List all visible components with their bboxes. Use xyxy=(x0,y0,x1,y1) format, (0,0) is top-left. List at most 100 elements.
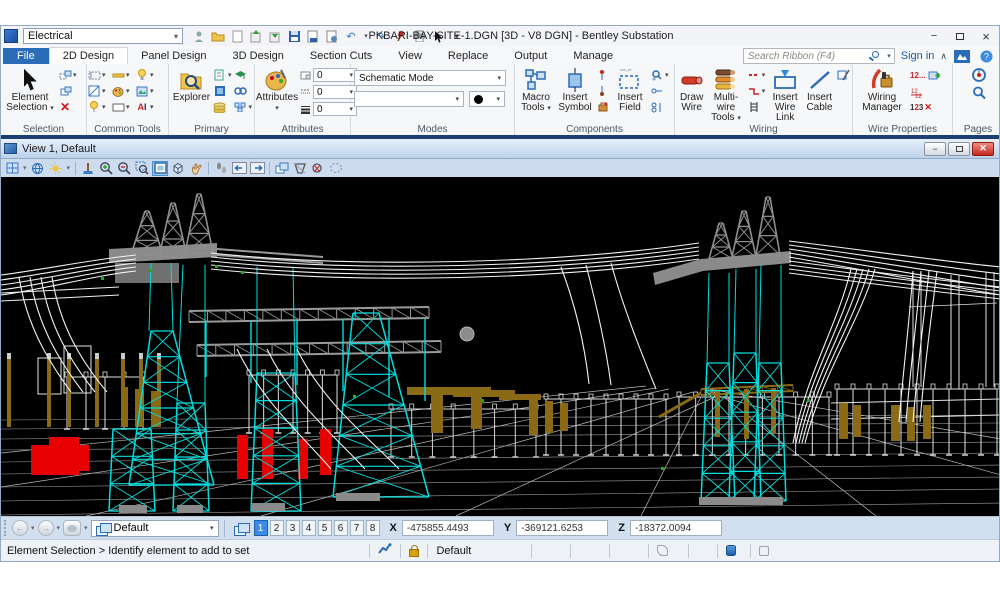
chevron-down-icon[interactable]: ▾ xyxy=(126,71,130,79)
view-toggle-3[interactable]: 3 xyxy=(286,520,300,536)
chevron-down-icon[interactable]: ▾ xyxy=(57,524,61,532)
wire-dash-icon[interactable] xyxy=(747,68,761,82)
search-dropdown-icon[interactable]: ▾ xyxy=(887,52,891,60)
view-toggle-4[interactable]: 4 xyxy=(302,520,316,536)
tab-2d-design[interactable]: 2D Design xyxy=(49,47,128,64)
workspace-combo[interactable]: Electrical ▾ xyxy=(23,28,183,44)
references-icon[interactable] xyxy=(213,68,227,82)
find-node-icon[interactable] xyxy=(650,68,664,82)
back-view-button[interactable]: ← xyxy=(12,520,28,536)
add-wire-number-icon[interactable] xyxy=(927,68,941,82)
tab-replace[interactable]: Replace xyxy=(435,48,501,64)
models-icon[interactable] xyxy=(213,100,227,114)
chevron-down-icon[interactable]: ▾ xyxy=(23,164,27,172)
view-toggle-8[interactable]: 8 xyxy=(366,520,380,536)
node-connect-icon[interactable] xyxy=(650,84,664,98)
chevron-down-icon[interactable]: ▾ xyxy=(150,71,154,79)
chevron-down-icon[interactable]: ▾ xyxy=(102,71,106,79)
snap-mode-icon[interactable] xyxy=(378,543,392,558)
zoom-out-icon[interactable] xyxy=(116,161,132,176)
z-coordinate-field[interactable] xyxy=(630,520,722,536)
selection-scope-icon[interactable] xyxy=(759,546,769,556)
drop-element-icon[interactable] xyxy=(87,84,101,98)
chevron-down-icon[interactable]: ▾ xyxy=(248,103,252,111)
chevron-down-icon[interactable]: ▾ xyxy=(84,524,88,532)
shape-tools-icon[interactable] xyxy=(111,100,125,114)
update-view-icon[interactable] xyxy=(80,161,96,176)
view-windows-icon[interactable] xyxy=(230,519,252,537)
macro-tools-button[interactable]: Macro Tools ▾ xyxy=(518,66,554,114)
view-minimize-button[interactable]: − xyxy=(924,142,946,156)
export-file-icon[interactable] xyxy=(267,28,283,44)
tab-panel-design[interactable]: Panel Design xyxy=(128,48,219,64)
tab-view[interactable]: View xyxy=(385,48,435,64)
chevron-down-icon[interactable]: ▾ xyxy=(762,71,766,79)
view-window-titlebar[interactable]: View 1, Default − ✕ xyxy=(1,139,999,159)
clip-volume-icon[interactable] xyxy=(292,161,308,176)
wire-ladder-icon[interactable] xyxy=(747,100,761,114)
chevron-down-icon[interactable]: ▾ xyxy=(73,71,77,79)
chevron-down-icon[interactable]: ▾ xyxy=(102,87,106,95)
text-tools-icon[interactable]: AI xyxy=(135,100,149,114)
chevron-down-icon[interactable]: ▾ xyxy=(126,103,130,111)
save-as-icon[interactable] xyxy=(305,28,321,44)
node-align-icon[interactable] xyxy=(650,100,664,114)
view-restore-button[interactable] xyxy=(948,142,970,156)
raster-manager-icon[interactable] xyxy=(213,84,227,98)
markers-button[interactable] xyxy=(63,520,81,536)
standards-icon[interactable] xyxy=(233,68,247,82)
tab-section-cuts[interactable]: Section Cuts xyxy=(297,48,385,64)
explorer-button[interactable]: Explorer xyxy=(172,66,211,103)
view-next-icon[interactable] xyxy=(249,161,265,176)
view-group-combo[interactable]: Default ▾ xyxy=(91,520,219,537)
rotate-view-icon[interactable] xyxy=(170,161,186,176)
view-previous-icon[interactable] xyxy=(231,161,247,176)
wire-step-icon[interactable] xyxy=(747,84,761,98)
clip-indicator-icon[interactable] xyxy=(657,545,668,556)
clip-mask-icon[interactable] xyxy=(310,161,326,176)
lamp-tools-icon[interactable] xyxy=(135,68,149,82)
schematic-mode-combo[interactable]: Schematic Mode▾ xyxy=(354,70,506,86)
view-toggle-2[interactable]: 2 xyxy=(270,520,284,536)
insert-field-button[interactable]: ***-** Insert Field xyxy=(612,66,648,113)
forward-view-button[interactable]: → xyxy=(38,520,54,536)
active-level-value[interactable]: Default xyxy=(436,545,471,557)
markups-icon[interactable] xyxy=(233,84,247,98)
chevron-down-icon[interactable]: ▾ xyxy=(228,71,232,79)
tab-3d-design[interactable]: 3D Design xyxy=(220,48,297,64)
chevron-down-icon[interactable]: ▾ xyxy=(150,103,154,111)
bentley-cloud-icon[interactable] xyxy=(953,49,971,63)
change-attributes-icon[interactable] xyxy=(111,84,125,98)
wire-edit-icon[interactable] xyxy=(836,68,850,82)
window-area-icon[interactable] xyxy=(134,161,150,176)
selection-mode-icon[interactable] xyxy=(58,84,72,98)
element-selection-button[interactable]: Element Selection ▾ xyxy=(4,66,56,114)
mode-secondary-combo[interactable]: ▾ xyxy=(354,91,464,107)
help-icon[interactable]: ? xyxy=(977,49,995,63)
remove-wire-numbers-icon[interactable]: 123 xyxy=(910,103,923,112)
tab-output[interactable]: Output xyxy=(501,48,560,64)
new-file-icon[interactable] xyxy=(229,28,245,44)
image-tools-icon[interactable] xyxy=(135,84,149,98)
view-close-button[interactable]: ✕ xyxy=(972,142,994,156)
insert-symbol-button[interactable]: Insert Symbol xyxy=(556,66,594,113)
wire-numbers-icon[interactable]: 12... xyxy=(910,71,926,80)
drawing-viewport[interactable] xyxy=(1,177,999,516)
draw-wire-button[interactable]: Draw Wire xyxy=(678,66,705,113)
view-brightness-icon[interactable] xyxy=(48,161,64,176)
walk-icon[interactable] xyxy=(213,161,229,176)
save-icon[interactable] xyxy=(286,28,302,44)
view-display-style-icon[interactable] xyxy=(30,161,46,176)
chevron-down-icon[interactable]: ▾ xyxy=(31,524,35,532)
open-folder-icon[interactable] xyxy=(210,28,226,44)
chevron-down-icon[interactable]: ▾ xyxy=(67,164,71,172)
save-settings-icon[interactable] xyxy=(324,28,340,44)
chevron-down-icon[interactable]: ▾ xyxy=(102,103,106,111)
details-icon[interactable] xyxy=(233,100,247,114)
y-coordinate-field[interactable] xyxy=(516,520,608,536)
chevron-down-icon[interactable]: ▾ xyxy=(126,87,130,95)
select-clip-icon[interactable] xyxy=(328,161,344,176)
renumber-wires-icon[interactable]: 1212 xyxy=(910,85,924,99)
pan-view-icon[interactable] xyxy=(188,161,204,176)
linestyle-tools-icon[interactable] xyxy=(111,68,125,82)
